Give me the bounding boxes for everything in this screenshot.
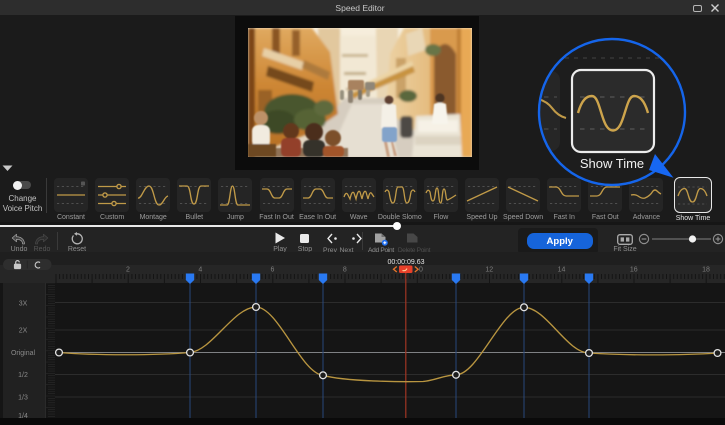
- svg-text:2X: 2X: [19, 328, 28, 335]
- svg-text:18: 18: [702, 267, 710, 274]
- svg-text:12: 12: [485, 267, 493, 274]
- svg-text:2: 2: [126, 267, 130, 274]
- svg-text:3X: 3X: [19, 301, 28, 308]
- svg-text:00:00:09.63: 00:00:09.63: [388, 259, 425, 266]
- svg-text:Show Time: Show Time: [580, 156, 644, 171]
- svg-text:14: 14: [558, 267, 566, 274]
- svg-text:1/4: 1/4: [18, 413, 28, 420]
- svg-text:16: 16: [630, 267, 638, 274]
- svg-text:8: 8: [343, 267, 347, 274]
- svg-text:4: 4: [198, 267, 202, 274]
- svg-text:Original: Original: [11, 350, 36, 357]
- svg-text:0: 0: [419, 267, 423, 274]
- svg-text:1/3: 1/3: [18, 395, 28, 402]
- svg-text:6: 6: [271, 267, 275, 274]
- svg-text:1/2: 1/2: [18, 372, 28, 379]
